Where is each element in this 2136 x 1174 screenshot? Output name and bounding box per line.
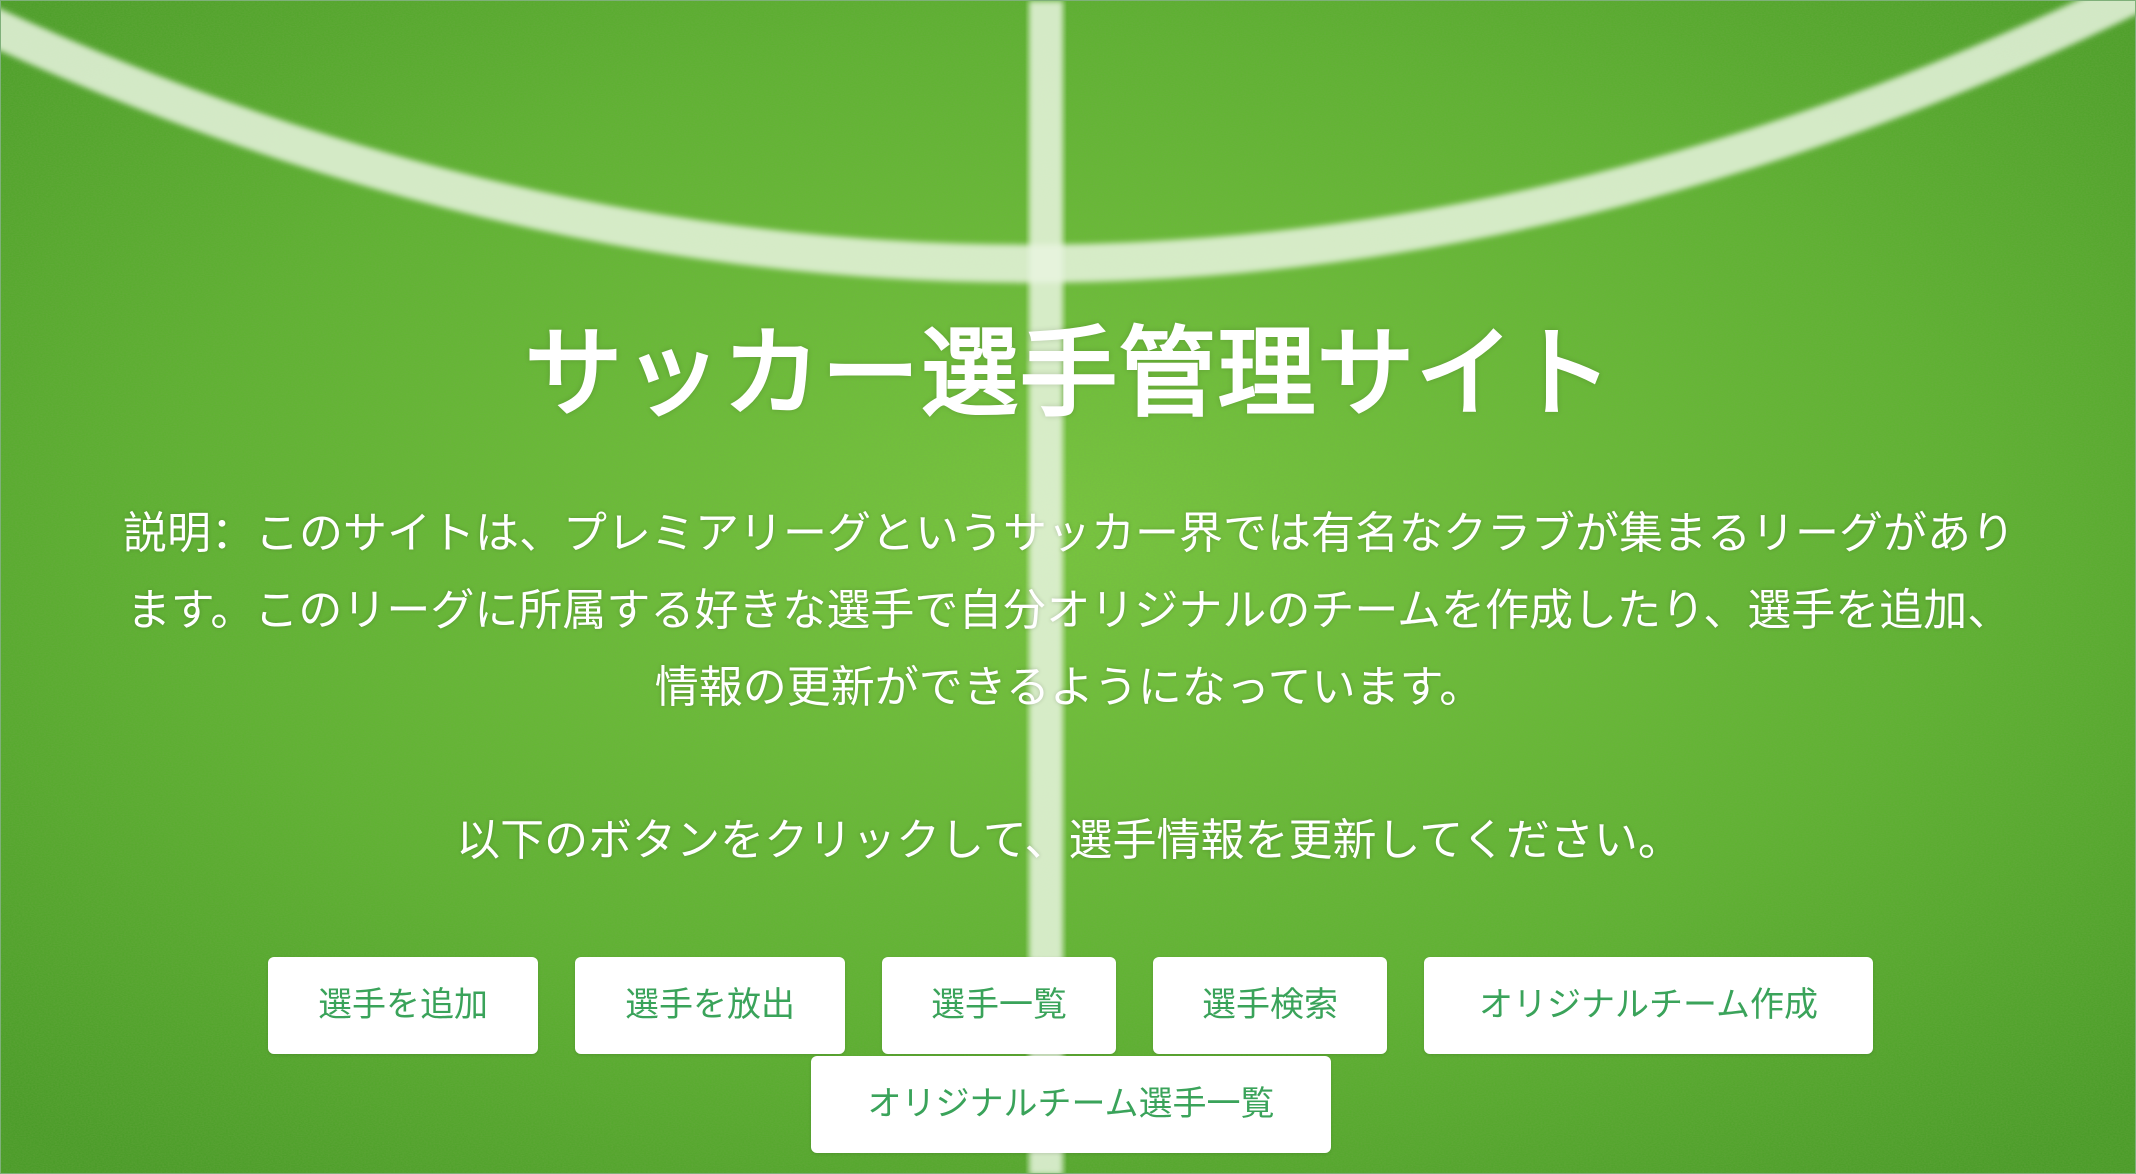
add-player-button[interactable]: 選手を追加 — [268, 957, 538, 1054]
description-line-3: 情報の更新ができるようになっています。 — [654, 662, 1484, 713]
instruction-text: 以下のボタンをクリックして、選手情報を更新してください。 — [456, 815, 1682, 866]
release-player-button[interactable]: 選手を放出 — [575, 957, 845, 1054]
main-content: サッカー選手管理サイト 説明：このサイトは、プレミアリーグというサッカー界では有… — [1, 1, 2135, 1173]
player-list-button[interactable]: 選手一覧 — [882, 957, 1116, 1054]
page-frame: サッカー選手管理サイト 説明：このサイトは、プレミアリーグというサッカー界では有… — [0, 0, 2136, 1174]
original-team-player-list-button[interactable]: オリジナルチーム選手一覧 — [811, 1056, 1331, 1153]
description-line-2: ます。このリーグに所属する好きな選手で自分オリジナルのチームを作成したり、選手を… — [126, 585, 2012, 636]
player-search-button[interactable]: 選手検索 — [1153, 957, 1387, 1054]
description-line-1: 説明：このサイトは、プレミアリーグというサッカー界では有名なクラブが集まるリーグ… — [123, 508, 2015, 559]
page-title: サッカー選手管理サイト — [524, 317, 1614, 431]
create-original-team-button[interactable]: オリジナルチーム作成 — [1424, 957, 1873, 1054]
site-description: 説明：このサイトは、プレミアリーグというサッカー界では有名なクラブが集まるリーグ… — [31, 495, 2107, 726]
